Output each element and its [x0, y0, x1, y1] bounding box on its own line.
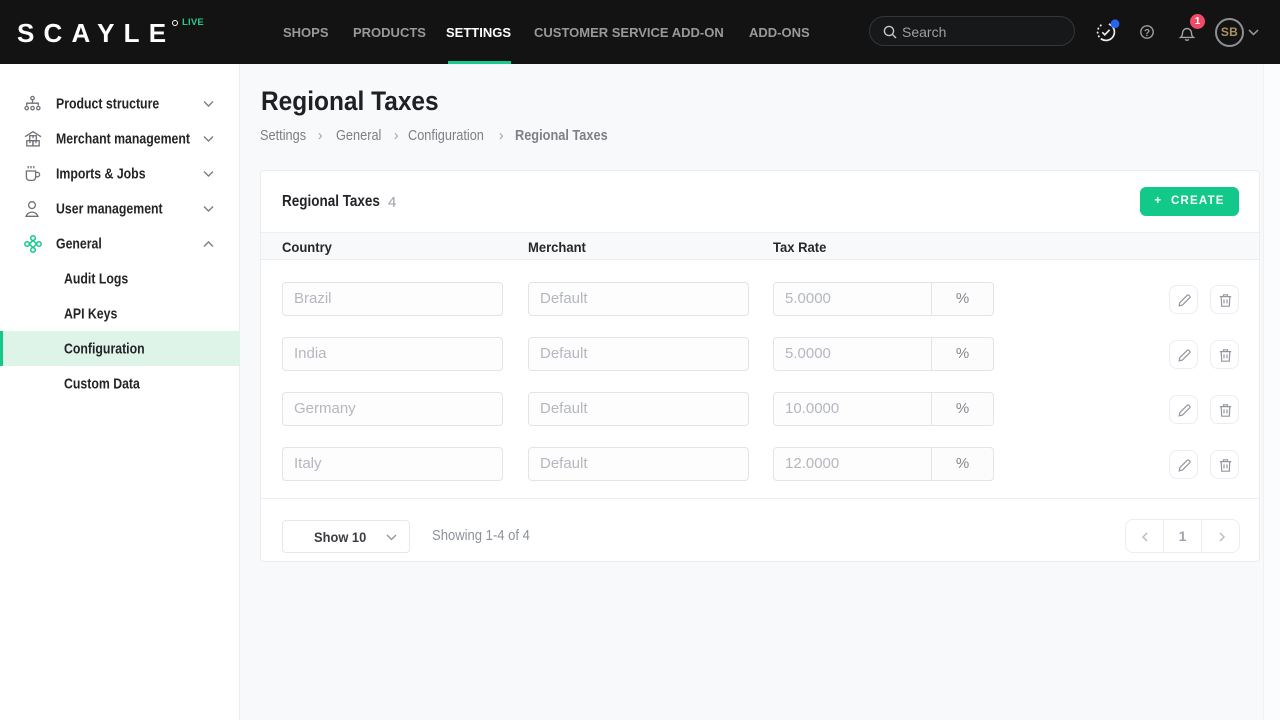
svg-text:?: ?	[1144, 28, 1150, 39]
